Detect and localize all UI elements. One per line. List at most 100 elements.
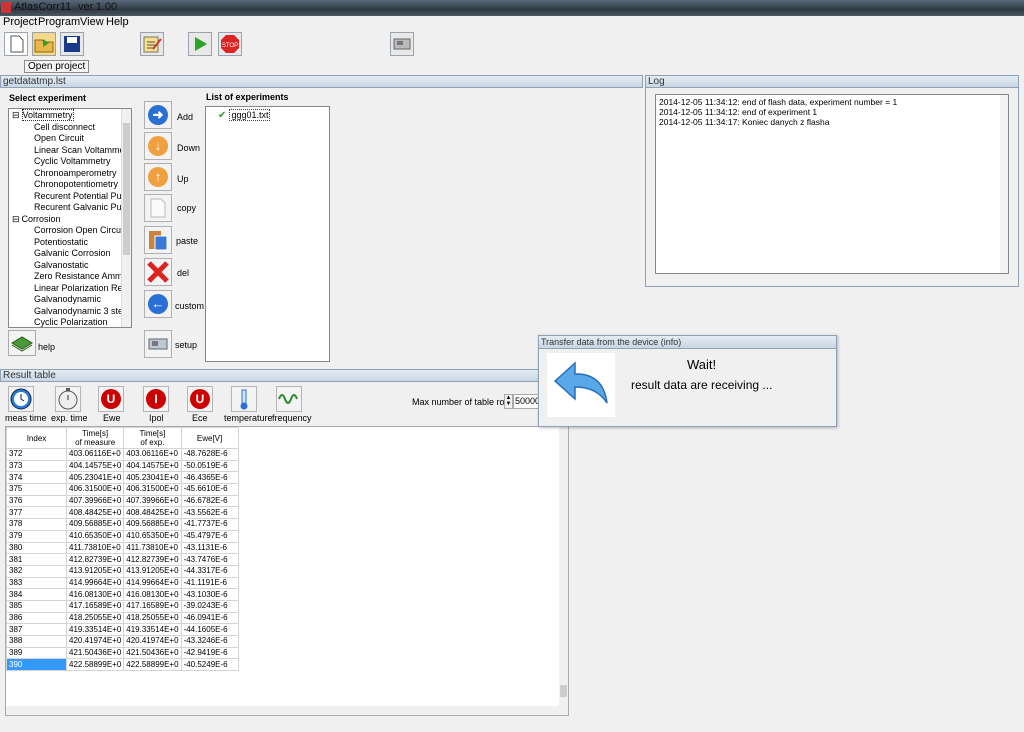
down-button[interactable]: ↓ bbox=[144, 132, 172, 160]
table-row[interactable]: 388 420.41974E+0 420.41974E+0 -43.3246E-6 bbox=[6, 635, 239, 648]
tree-item[interactable]: Corrosion Open Circuit bbox=[34, 225, 126, 235]
table-row[interactable]: 376 407.39966E+0 407.39966E+0 -46.6782E-6 bbox=[6, 494, 239, 508]
table-row[interactable]: 384 416.08130E+0 416.08130E+0 -43.1030E-6 bbox=[6, 588, 239, 601]
grid-horizontal-scrollbar[interactable] bbox=[6, 706, 560, 715]
tree-scroll-thumb[interactable] bbox=[123, 123, 130, 255]
table-row[interactable]: 381 412.82739E+0 412.82739E+0 -43.7476E-6 bbox=[6, 553, 239, 566]
add-button[interactable]: ➜ bbox=[144, 101, 172, 129]
tree-item[interactable]: Open Circuit bbox=[34, 133, 84, 143]
paste-button[interactable] bbox=[144, 226, 172, 254]
col-index[interactable]: Index bbox=[6, 427, 67, 449]
ewe-button[interactable]: U bbox=[98, 386, 124, 412]
experiment-item[interactable]: ✔ ggg01.txt bbox=[218, 109, 271, 121]
table-cell: 418.25055E+0 bbox=[65, 611, 125, 625]
experiment-tree[interactable]: ⊟ Voltammetry Cell disconnect Open Circuit L… bbox=[8, 108, 132, 328]
meas-time-button[interactable] bbox=[8, 386, 34, 412]
table-cell: 404.14575E+0 bbox=[65, 459, 125, 473]
tree-item[interactable]: Chronoamperometry bbox=[34, 168, 117, 178]
tree-item[interactable]: Zero Resistance Ammeter bbox=[34, 271, 131, 281]
table-row[interactable]: 379 410.65350E+0 410.65350E+0 -45.4797E-6 bbox=[6, 529, 239, 543]
menu-view[interactable]: View bbox=[80, 16, 104, 28]
run-button[interactable] bbox=[188, 32, 212, 56]
menu-project[interactable]: Project bbox=[3, 16, 37, 28]
device-icon bbox=[393, 38, 411, 50]
table-cell: 405.23041E+0 bbox=[65, 471, 125, 485]
exp-time-label: exp. time bbox=[51, 413, 88, 423]
table-row[interactable]: 382 413.91205E+0 413.91205E+0 -44.3317E-6 bbox=[6, 564, 239, 578]
tree-item[interactable]: Cell disconnect bbox=[34, 122, 95, 132]
tree-expander-icon[interactable]: ⊟ bbox=[12, 214, 20, 224]
open-project-button[interactable] bbox=[32, 32, 56, 56]
custom-button[interactable]: ← bbox=[144, 290, 172, 318]
tree-item[interactable]: Linear Scan Voltammetry bbox=[34, 145, 131, 155]
tree-expander-icon[interactable]: ⊟ bbox=[12, 110, 20, 120]
copy-icon bbox=[150, 198, 166, 218]
tree-item[interactable]: Cyclic Polarization bbox=[34, 317, 108, 327]
table-cell: 403.06116E+0 bbox=[65, 448, 125, 461]
col-time-measure[interactable]: Time[s] of measure bbox=[65, 427, 125, 449]
tree-item[interactable]: Recurent Potential Pulses bbox=[34, 191, 131, 201]
save-project-button[interactable] bbox=[60, 32, 84, 56]
tree-item[interactable]: Galvanostatic bbox=[34, 260, 89, 270]
tree-group[interactable]: ⊟ Voltammetry bbox=[12, 109, 74, 121]
log-text-area[interactable]: 2014-12-05 11:34:12: end of flash data, … bbox=[655, 94, 1009, 274]
edit-button[interactable] bbox=[140, 32, 164, 56]
experiments-list[interactable]: ✔ ggg01.txt bbox=[205, 106, 330, 362]
stopwatch-icon bbox=[58, 388, 78, 410]
table-cell: -41.7737E-6 bbox=[180, 518, 239, 531]
table-row[interactable]: 380 411.73810E+0 411.73810E+0 -43.1131E-6 bbox=[6, 541, 239, 555]
exp-time-button[interactable] bbox=[55, 386, 81, 412]
col-ewe[interactable]: Ewe[V] bbox=[180, 427, 239, 449]
tree-item[interactable]: Recurent Galvanic Pulses bbox=[34, 202, 131, 212]
clock-icon bbox=[10, 388, 32, 410]
table-cell: 403.06116E+0 bbox=[123, 448, 182, 461]
grid-scroll-thumb[interactable] bbox=[560, 685, 567, 697]
tree-scrollbar[interactable] bbox=[121, 109, 131, 327]
delete-button[interactable] bbox=[144, 258, 172, 286]
tree-item[interactable]: Galvanic Corrosion bbox=[34, 248, 111, 258]
log-scrollbar[interactable] bbox=[1000, 95, 1008, 273]
arrow-down-icon: ↓ bbox=[148, 136, 168, 156]
table-row[interactable]: 373 404.14575E+0 404.14575E+0 -50.0519E-6 bbox=[6, 459, 239, 473]
copy-button[interactable] bbox=[144, 194, 172, 222]
table-row[interactable]: 374 405.23041E+0 405.23041E+0 -46.4365E-6 bbox=[6, 471, 239, 485]
menu-program[interactable]: Program bbox=[38, 16, 80, 28]
table-cell: -46.4365E-6 bbox=[180, 471, 239, 485]
book-icon bbox=[11, 336, 33, 352]
table-row[interactable]: 385 417.16589E+0 417.16589E+0 -39.0243E-6 bbox=[6, 599, 239, 613]
new-project-button[interactable] bbox=[4, 32, 28, 56]
table-row[interactable]: 390 422.58899E+0 422.58899E+0 -40.5249E-6 bbox=[6, 658, 239, 672]
max-rows-spinner[interactable]: ▲ ▼ bbox=[504, 394, 513, 409]
table-row[interactable]: 372 403.06116E+0 403.06116E+0 -48.7628E-6 bbox=[6, 448, 239, 461]
device-button[interactable] bbox=[390, 32, 414, 56]
table-cell: -43.3246E-6 bbox=[180, 635, 239, 648]
table-row[interactable]: 377 408.48425E+0 408.48425E+0 -43.5562E-6 bbox=[6, 506, 239, 520]
table-row[interactable]: 387 419.33514E+0 419.33514E+0 -44.1605E-6 bbox=[6, 623, 239, 636]
tree-item[interactable]: Galvanodynamic 3 step bbox=[34, 306, 128, 316]
table-row[interactable]: 386 418.25055E+0 418.25055E+0 -46.0941E-6 bbox=[6, 611, 239, 625]
table-row[interactable]: 383 414.99664E+0 414.99664E+0 -41.1191E-6 bbox=[6, 576, 239, 590]
tree-item[interactable]: Cyclic Voltammetry bbox=[34, 156, 111, 166]
menu-help[interactable]: Help bbox=[106, 16, 129, 28]
frequency-wave-icon bbox=[278, 394, 298, 404]
up-button[interactable]: ↑ bbox=[144, 163, 172, 191]
table-row[interactable]: 378 409.56885E+0 409.56885E+0 -41.7737E-6 bbox=[6, 518, 239, 531]
tree-group[interactable]: ⊟ Corrosion bbox=[12, 214, 61, 225]
tree-item[interactable]: Chronopotentiometry bbox=[34, 179, 118, 189]
ipol-button[interactable]: I bbox=[143, 386, 169, 412]
stop-button[interactable]: STOP bbox=[218, 32, 242, 56]
table-row[interactable]: 389 421.50436E+0 421.50436E+0 -42.9419E-6 bbox=[6, 646, 239, 660]
col-time-exp[interactable]: Time[s] of exp. bbox=[123, 427, 182, 449]
ece-button[interactable]: U bbox=[187, 386, 213, 412]
setup-button[interactable] bbox=[144, 330, 172, 358]
table-row[interactable]: 375 406.31500E+0 406.31500E+0 -45.6610E-6 bbox=[6, 483, 239, 496]
tree-item[interactable]: Linear Polarization Resista bbox=[34, 283, 131, 293]
grid-scrollbar[interactable] bbox=[559, 427, 568, 715]
help-button[interactable] bbox=[8, 330, 36, 356]
tree-item[interactable]: Potentiostatic bbox=[34, 237, 88, 247]
frequency-button[interactable] bbox=[276, 386, 302, 412]
temperature-button[interactable] bbox=[231, 386, 257, 412]
tree-item[interactable]: Galvanodynamic bbox=[34, 294, 101, 304]
tree-item-label: Galvanic Corrosion bbox=[34, 248, 111, 258]
log-line: 2014-12-05 11:34:17: Koniec danych z fla… bbox=[659, 117, 830, 127]
